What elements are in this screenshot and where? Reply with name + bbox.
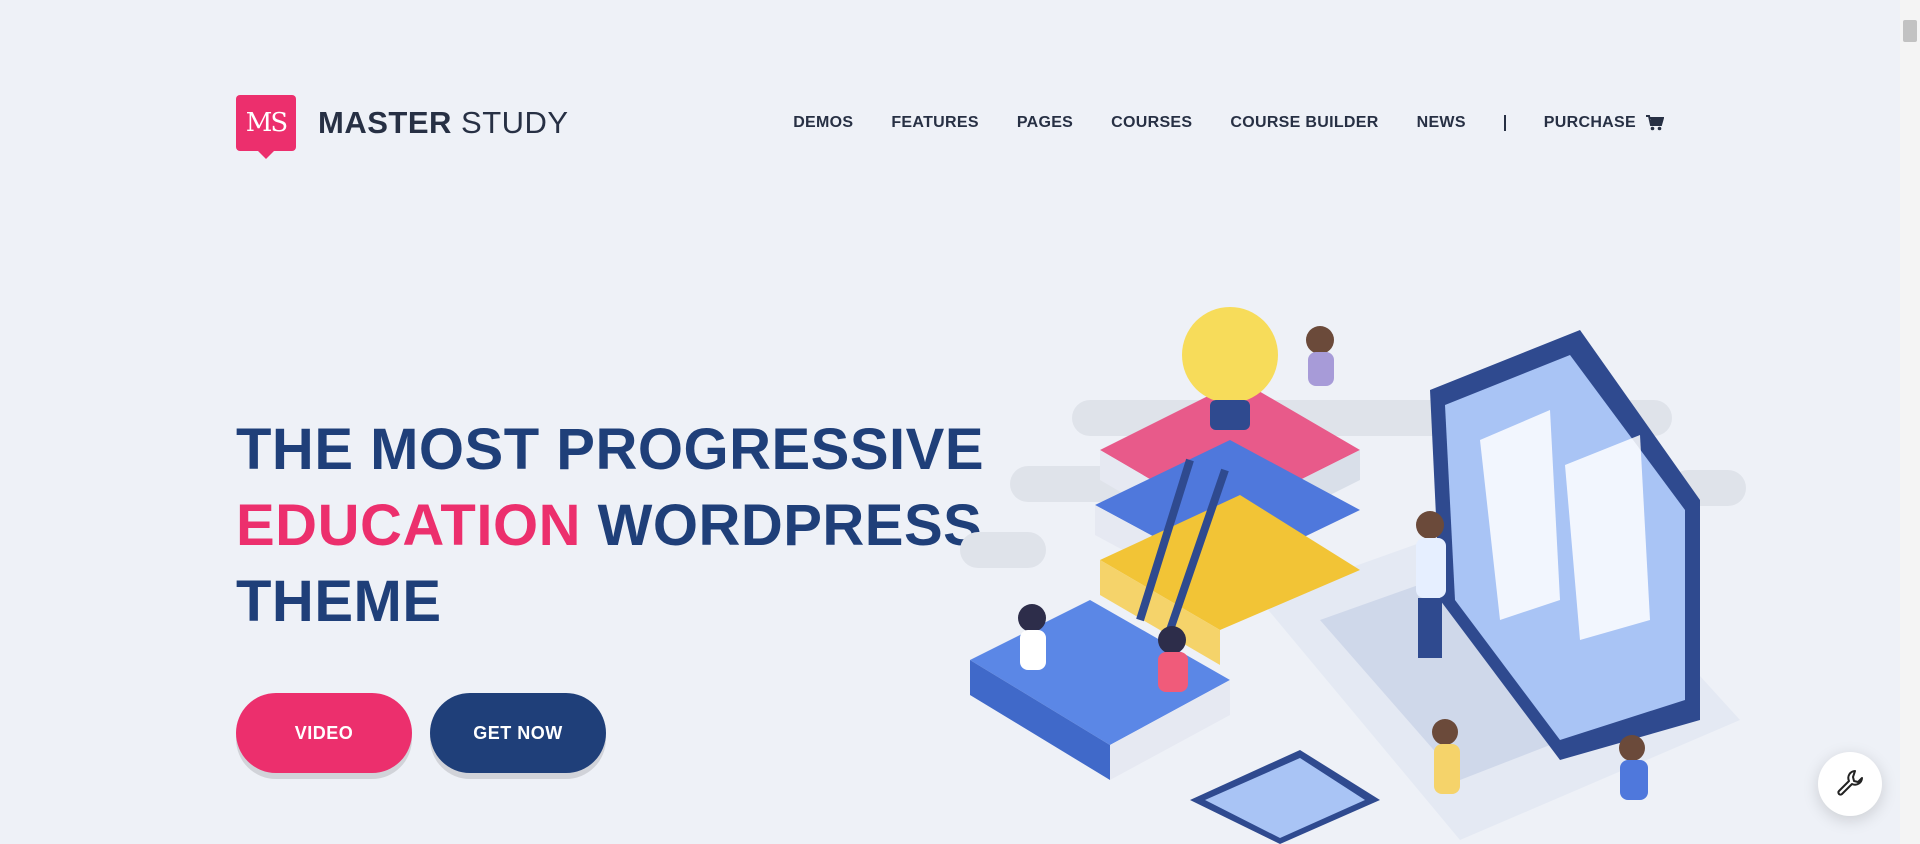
wrench-icon xyxy=(1835,767,1865,802)
logo-text-light: STUDY xyxy=(461,105,569,140)
hero-line-2-accent: EDUCATION xyxy=(236,493,581,558)
nav-item-pages[interactable]: PAGES xyxy=(1017,114,1073,132)
hero-line-3: THEME xyxy=(236,569,442,634)
scrollbar-thumb[interactable] xyxy=(1903,20,1917,42)
main-nav: DEMOS FEATURES PAGES COURSES COURSE BUIL… xyxy=(755,92,1665,154)
hero-illustration xyxy=(940,300,1760,844)
nav-item-purchase[interactable]: PURCHASE xyxy=(1543,114,1665,132)
nav-purchase-label: PURCHASE xyxy=(1543,114,1636,131)
get-now-button[interactable]: GET NOW xyxy=(430,693,606,773)
hero-title: THE MOST PROGRESSIVE EDUCATION WORDPRESS… xyxy=(236,412,1036,640)
nav-item-demos[interactable]: DEMOS xyxy=(793,114,853,132)
nav-item-course-builder[interactable]: COURSE BUILDER xyxy=(1230,114,1378,132)
logo[interactable]: MS MASTER STUDY xyxy=(236,92,569,159)
nav-item-courses[interactable]: COURSES xyxy=(1111,114,1192,132)
cart-icon xyxy=(1646,115,1665,131)
nav-item-news[interactable]: NEWS xyxy=(1417,114,1466,132)
logo-text-bold: MASTER xyxy=(318,105,452,140)
tools-button[interactable] xyxy=(1818,752,1882,816)
logo-mark: MS xyxy=(236,95,296,159)
nav-item-features[interactable]: FEATURES xyxy=(891,114,978,132)
hero-line-2-rest: WORDPRESS xyxy=(597,493,983,558)
page-scrollbar[interactable] xyxy=(1900,0,1920,844)
hero-line-1: THE MOST PROGRESSIVE xyxy=(236,417,984,482)
site-header: MS MASTER STUDY DEMOS FEATURES PAGES COU… xyxy=(236,92,1665,159)
video-button[interactable]: VIDEO xyxy=(236,693,412,773)
nav-separator xyxy=(1503,115,1506,131)
logo-text: MASTER STUDY xyxy=(318,105,569,141)
